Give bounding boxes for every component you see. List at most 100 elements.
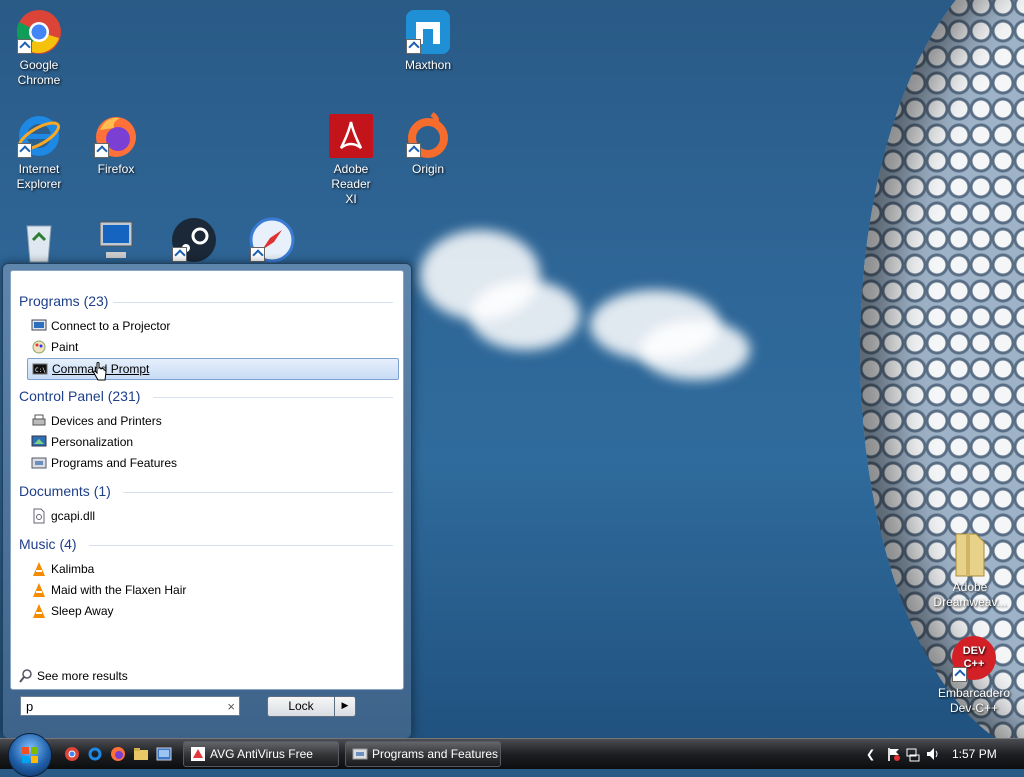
vlc-icon bbox=[33, 583, 45, 597]
adobe-reader-icon bbox=[329, 114, 373, 158]
result-devices-printers[interactable]: Devices and Printers bbox=[27, 411, 397, 431]
result-label: Devices and Printers bbox=[51, 414, 162, 428]
search-icon bbox=[19, 669, 32, 683]
icon-label: Embarcadero bbox=[937, 686, 1011, 700]
projector-icon bbox=[31, 319, 47, 331]
firefox-quicklaunch-icon[interactable] bbox=[110, 746, 126, 762]
ie-quicklaunch-icon[interactable] bbox=[87, 746, 103, 762]
see-more-label: See more results bbox=[37, 669, 128, 683]
group-title-music[interactable]: Music (4) bbox=[19, 536, 77, 552]
clock[interactable]: 1:57 PM bbox=[952, 739, 997, 769]
result-label: Kalimba bbox=[51, 562, 95, 576]
result-maid-flaxen-hair[interactable]: Maid with the Flaxen Hair bbox=[27, 580, 397, 600]
result-label: Maid with the Flaxen Hair bbox=[51, 583, 187, 597]
shortcut-arrow-icon bbox=[952, 667, 967, 682]
divider bbox=[113, 302, 393, 303]
result-label: gcapi.dll bbox=[51, 509, 96, 523]
result-connect-projector[interactable]: Connect to a Projector bbox=[27, 316, 397, 336]
vlc-icon bbox=[33, 604, 45, 618]
start-menu: Programs (23) Connect to a Projector Pai… bbox=[2, 263, 412, 739]
start-button[interactable] bbox=[8, 733, 52, 777]
network-icon[interactable] bbox=[905, 746, 921, 762]
desktop-icon-origin[interactable]: Origin bbox=[390, 112, 466, 177]
paint-icon bbox=[32, 340, 46, 354]
icon-label: Adobe Reader bbox=[331, 162, 371, 191]
action-center-flag-icon[interactable] bbox=[885, 746, 901, 762]
icon-label: Origin bbox=[411, 162, 444, 176]
avg-icon bbox=[191, 747, 205, 761]
desktop-icon-safari[interactable] bbox=[234, 216, 310, 266]
icon-label: Chrome bbox=[17, 73, 61, 87]
vlc-icon bbox=[33, 562, 45, 576]
icon-label: Firefox bbox=[97, 162, 135, 176]
icon-label: XI bbox=[345, 192, 357, 206]
group-title-control-panel[interactable]: Control Panel (231) bbox=[19, 388, 140, 404]
divider bbox=[153, 397, 393, 398]
explorer-quicklaunch-icon[interactable] bbox=[133, 746, 149, 762]
clear-search-icon[interactable]: × bbox=[227, 697, 235, 717]
result-kalimba[interactable]: Kalimba bbox=[27, 559, 397, 579]
shortcut-arrow-icon bbox=[250, 247, 265, 262]
programs-features-icon bbox=[352, 748, 368, 760]
taskbar-button-label: AVG AntiVirus Free bbox=[210, 747, 313, 761]
hand-cursor-icon bbox=[93, 362, 107, 381]
see-more-results-link[interactable]: See more results bbox=[19, 669, 128, 683]
show-desktop-icon[interactable] bbox=[156, 746, 172, 762]
volume-icon[interactable] bbox=[925, 746, 941, 762]
desktop-icon-dreamweaver[interactable]: Adobe Dreamweav... bbox=[932, 530, 1008, 610]
result-command-prompt[interactable]: C:\ Command Prompt bbox=[27, 358, 399, 380]
system-tray: ❮ bbox=[866, 739, 945, 769]
search-results-pane: Programs (23) Connect to a Projector Pai… bbox=[10, 270, 404, 690]
desktop-icon-firefox[interactable]: Firefox bbox=[78, 112, 154, 177]
desktop-icon-devcpp[interactable]: DEV C++ Embarcadero Dev-C++ bbox=[936, 636, 1012, 716]
result-label: Personalization bbox=[51, 435, 134, 449]
result-label: Connect to a Projector bbox=[51, 319, 171, 333]
devcpp-icon: DEV C++ bbox=[950, 636, 998, 684]
start-search-input[interactable]: p × bbox=[20, 696, 240, 716]
shortcut-arrow-icon bbox=[406, 143, 421, 158]
icon-label: Google bbox=[19, 58, 59, 72]
recycle-bin-icon bbox=[26, 225, 52, 263]
icon-label: Dreamweav... bbox=[933, 595, 1007, 609]
group-title-programs[interactable]: Programs (23) bbox=[19, 293, 108, 309]
lock-button[interactable]: Lock bbox=[267, 696, 335, 717]
windows-logo-icon bbox=[22, 747, 38, 763]
desktop-icon-maxthon[interactable]: Maxthon bbox=[390, 8, 466, 73]
command-prompt-icon: C:\ bbox=[32, 363, 48, 375]
result-label: Programs and Features bbox=[51, 456, 178, 470]
desktop-icon-chrome[interactable]: Google Chrome bbox=[1, 8, 77, 88]
shortcut-arrow-icon bbox=[172, 247, 187, 262]
icon-label: Adobe bbox=[952, 580, 988, 594]
desktop-icon-adobe-reader[interactable]: Adobe Reader XI bbox=[313, 112, 389, 207]
result-label: Sleep Away bbox=[51, 604, 114, 618]
shortcut-arrow-icon bbox=[406, 39, 421, 54]
taskbar: AVG AntiVirus Free Programs and Features… bbox=[0, 733, 1024, 777]
result-programs-features[interactable]: Programs and Features bbox=[27, 453, 397, 473]
power-options-arrow-icon[interactable]: ▶ bbox=[334, 696, 356, 717]
icon-label: Dev-C++ bbox=[949, 701, 999, 715]
taskbar-button-programs-features[interactable]: Programs and Features bbox=[345, 741, 501, 767]
chrome-quicklaunch-icon[interactable] bbox=[64, 746, 80, 762]
shortcut-arrow-icon bbox=[94, 143, 109, 158]
result-gcapi-dll[interactable]: gcapi.dll bbox=[27, 506, 397, 526]
result-paint[interactable]: Paint bbox=[27, 337, 397, 357]
result-personalization[interactable]: Personalization bbox=[27, 432, 397, 452]
taskbar-button-avg[interactable]: AVG AntiVirus Free bbox=[183, 741, 339, 767]
divider bbox=[123, 492, 393, 493]
result-sleep-away[interactable]: Sleep Away bbox=[27, 601, 397, 621]
desktop-icon-internet-explorer[interactable]: Internet Explorer bbox=[1, 112, 77, 192]
shortcut-arrow-icon bbox=[17, 39, 32, 54]
icon-label: Explorer bbox=[16, 177, 62, 191]
desktop-icon-recycle-bin[interactable] bbox=[1, 216, 77, 266]
divider bbox=[89, 545, 393, 546]
shortcut-arrow-icon bbox=[17, 143, 32, 158]
group-title-documents[interactable]: Documents (1) bbox=[19, 483, 111, 499]
icon-label: Maxthon bbox=[404, 58, 452, 72]
dll-file-icon bbox=[33, 508, 45, 524]
search-value: p bbox=[26, 699, 34, 714]
folder-icon bbox=[955, 533, 985, 577]
show-hidden-icons-button[interactable]: ❮ bbox=[866, 748, 875, 761]
desktop-icon-steam[interactable] bbox=[156, 216, 232, 266]
desktop-icon-computer[interactable] bbox=[78, 216, 154, 266]
icon-label: Internet bbox=[18, 162, 60, 176]
